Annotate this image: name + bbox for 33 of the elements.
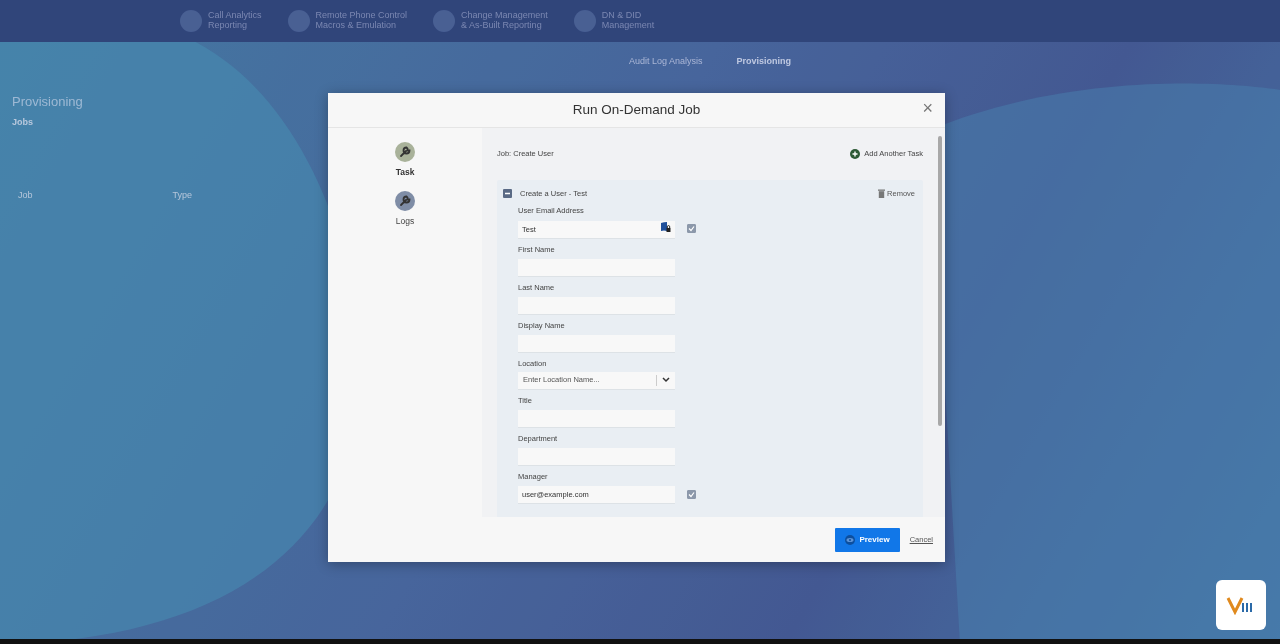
app-icon[interactable]: [573, 10, 596, 32]
nav-link[interactable]: Remote Phone Control Macros & Emulation: [315, 11, 408, 31]
side-tab[interactable]: Task: [395, 142, 415, 179]
nav-link[interactable]: Provisioning: [736, 55, 792, 69]
nav-link[interactable]: Call Analytics Reporting: [208, 11, 262, 31]
trash-icon: [878, 189, 886, 199]
checkbox[interactable]: [687, 489, 696, 499]
close-button[interactable]: ×: [918, 97, 937, 119]
logo-icon: [1216, 580, 1266, 630]
collapse-toggle[interactable]: [503, 189, 512, 199]
plus-icon: [850, 149, 861, 159]
wrench-icon: [395, 142, 415, 162]
input-field[interactable]: [518, 409, 675, 428]
app-icon[interactable]: [433, 10, 456, 32]
app-icon[interactable]: [287, 10, 310, 32]
input-field[interactable]: [518, 258, 675, 277]
preview-button[interactable]: Preview: [835, 527, 900, 552]
checkbox[interactable]: [687, 224, 696, 233]
nav-link[interactable]: Audit Log Analysis: [628, 55, 703, 69]
wrench-icon: [395, 190, 415, 211]
input-field[interactable]: [518, 297, 675, 315]
column-header: Type: [172, 189, 193, 202]
input-field[interactable]: [518, 448, 675, 466]
column-header: Job: [18, 189, 33, 202]
side-tab[interactable]: Logs: [395, 190, 415, 228]
tab[interactable]: Jobs: [12, 116, 33, 127]
app-icon[interactable]: [180, 10, 202, 32]
eye-icon: [845, 534, 856, 545]
input-field[interactable]: [518, 335, 675, 354]
nav-link[interactable]: DN & DID Management: [601, 11, 655, 31]
dialog-title: Run On-Demand Job: [572, 100, 701, 119]
page-heading: Provisioning: [12, 93, 83, 111]
nav-link[interactable]: Change Management & As-Built Reporting: [461, 11, 548, 31]
